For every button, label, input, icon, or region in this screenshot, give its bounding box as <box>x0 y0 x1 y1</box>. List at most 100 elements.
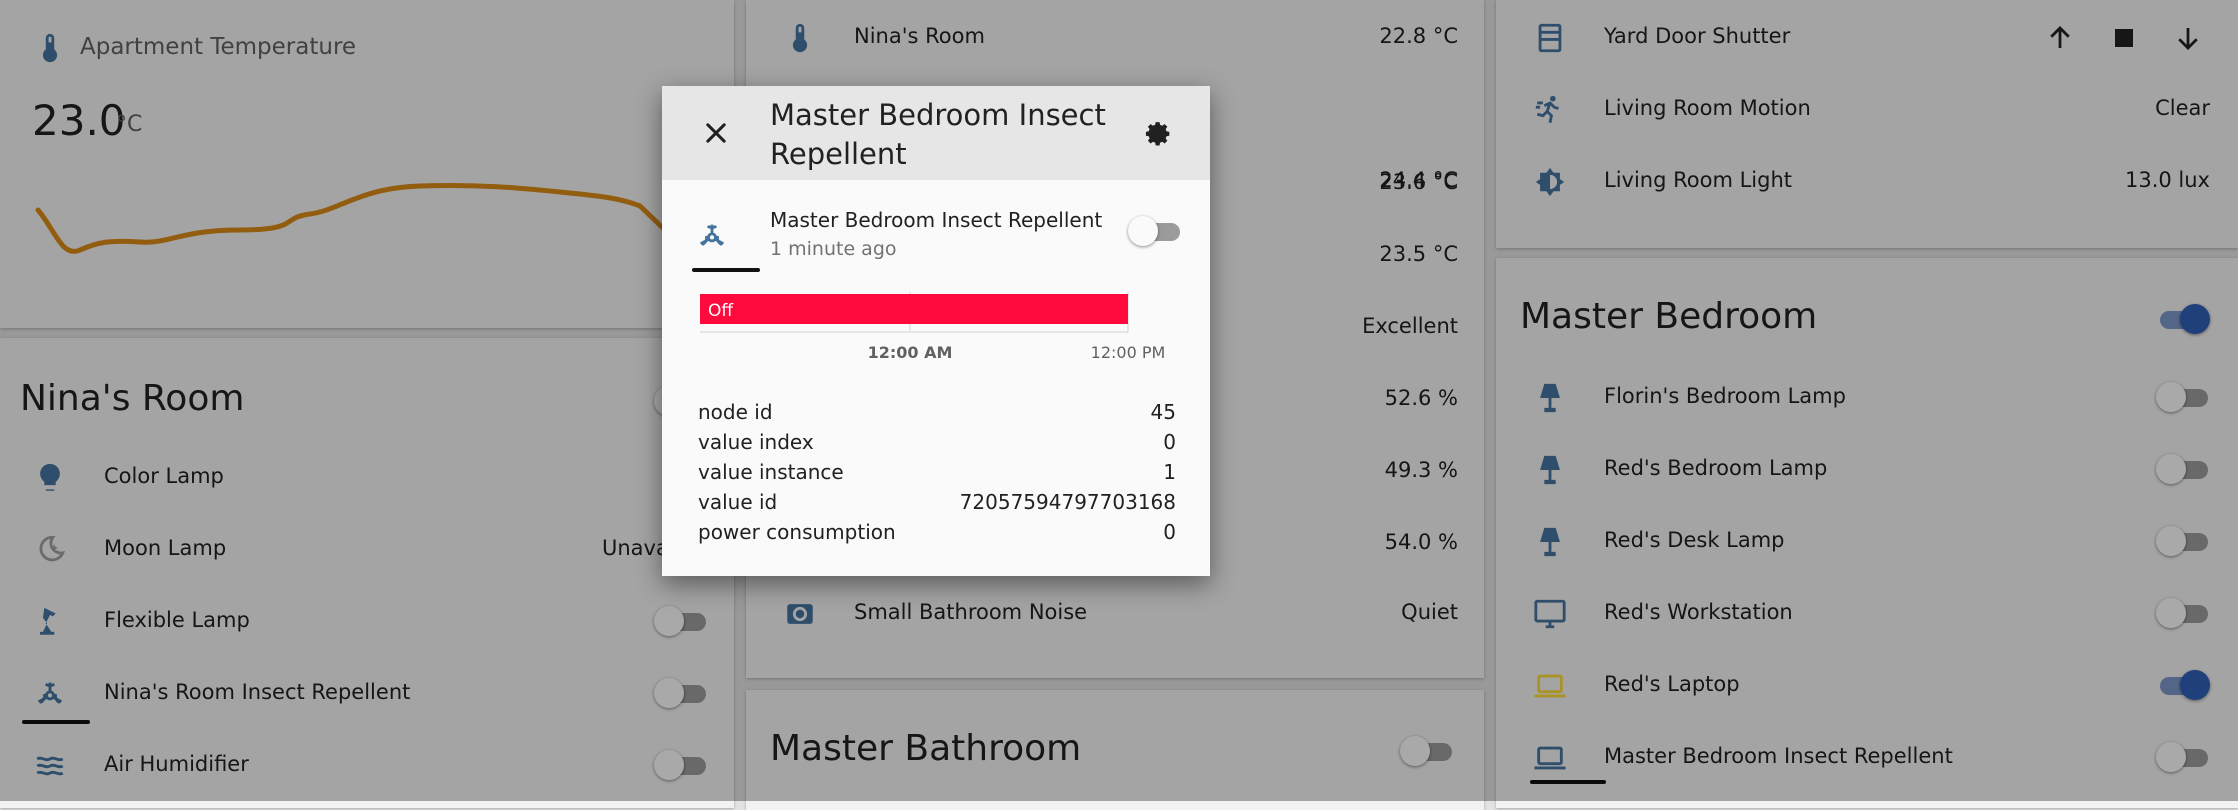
attribute-key: value index <box>698 430 814 454</box>
sensor-value: 54.0 % <box>1384 530 1458 554</box>
attribute-row: power consumption 0 <box>698 520 1176 550</box>
list-item-value: 13.0 lux <box>2124 168 2210 192</box>
list-item-label: Living Room Motion <box>1604 96 1811 120</box>
list-item-label: Florin's Bedroom Lamp <box>1604 384 1846 408</box>
laptop-icon <box>1530 666 1570 706</box>
arrow-up-icon[interactable] <box>2036 14 2084 62</box>
list-item-reds-bedroom-lamp[interactable]: Red's Bedroom Lamp <box>1496 434 2238 506</box>
sensor-label: Nina's Room <box>854 24 985 48</box>
speaker-icon <box>780 594 820 634</box>
list-item-reds-laptop[interactable]: Red's Laptop <box>1496 650 2238 722</box>
list-item-air-humidifier[interactable]: Air Humidifier <box>0 730 734 802</box>
waves-icon <box>30 746 70 786</box>
master-bathroom-card: Master Bathroom <box>746 690 1484 810</box>
misc-card: Yard Door Shutter Living Room Motion Cle… <box>1496 0 2238 248</box>
ninas-room-title: Nina's Room <box>20 378 245 419</box>
sensor-label: Small Bathroom Noise <box>854 600 1088 624</box>
list-item-yard-door-shutter[interactable]: Yard Door Shutter <box>1496 2 2238 74</box>
list-item-label: Living Room Light <box>1604 168 1792 192</box>
lamp-icon <box>1530 522 1570 562</box>
dialog-last-changed: 1 minute ago <box>770 238 897 260</box>
sensor-value: Excellent <box>1362 314 1458 338</box>
list-item-ninas-insect-repellent[interactable]: Nina's Room Insect Repellent <box>0 658 734 730</box>
master-bedroom-master-toggle[interactable] <box>2156 304 2210 334</box>
temperature-graph[interactable] <box>0 150 734 270</box>
thermometer-icon <box>780 18 820 58</box>
ninas-room-card: Nina's Room Color Lamp Moon Lamp Unava F… <box>0 338 734 808</box>
attribute-row: value index 0 <box>698 430 1176 460</box>
dialog-entity-name: Master Bedroom Insect Repellent <box>770 208 1103 232</box>
sensor-row-ninas-room[interactable]: Nina's Room 22.8 °C <box>746 2 1484 74</box>
list-item-living-room-motion[interactable]: Living Room Motion Clear <box>1496 74 2238 146</box>
attribute-row: node id 45 <box>698 400 1176 430</box>
ninas-insect-repellent-toggle[interactable] <box>654 678 706 708</box>
list-item-label: Flexible Lamp <box>104 608 250 632</box>
sensor-row-small-bathroom-noise[interactable]: Small Bathroom Noise Quiet <box>746 578 1484 650</box>
sensor-value: 52.6 % <box>1384 386 1458 410</box>
attribute-key: power consumption <box>698 520 896 544</box>
list-item-label: Nina's Room Insect Repellent <box>104 680 411 704</box>
attribute-value: 45 <box>1150 400 1176 424</box>
reds-bedroom-lamp-toggle[interactable] <box>2156 454 2208 484</box>
sensor-value: 23.5 °C <box>1379 242 1458 266</box>
timeline-tick-midnight: 12:00 AM <box>868 343 953 362</box>
list-item-label: Yard Door Shutter <box>1604 24 1791 48</box>
monitor-icon <box>1530 594 1570 634</box>
sensor-value: 22.8 °C <box>1379 24 1458 48</box>
arrow-down-icon[interactable] <box>2164 14 2212 62</box>
attribute-value: 0 <box>1163 520 1176 544</box>
list-item-reds-desk-lamp[interactable]: Red's Desk Lamp <box>1496 506 2238 578</box>
laptop-icon <box>1530 738 1570 778</box>
brightness-icon <box>1530 162 1570 202</box>
lamp-icon <box>1530 378 1570 418</box>
run-icon <box>1530 90 1570 130</box>
close-icon[interactable] <box>692 109 740 157</box>
list-item-moon-lamp[interactable]: Moon Lamp Unava <box>0 514 734 586</box>
sensor-value: 23.6 °C <box>1379 170 1458 194</box>
list-item-label: Moon Lamp <box>104 536 227 560</box>
dialog-header: Master Bedroom Insect Repellent <box>662 86 1210 180</box>
reds-workstation-toggle[interactable] <box>2156 598 2208 628</box>
florins-bedroom-lamp-toggle[interactable] <box>2156 382 2208 412</box>
list-item-label: Air Humidifier <box>104 752 249 776</box>
sensor-value: 49.3 % <box>1384 458 1458 482</box>
reds-laptop-toggle[interactable] <box>2156 670 2210 700</box>
attribute-value: 72057594797703168 <box>959 490 1176 514</box>
list-item-label: Red's Laptop <box>1604 672 1740 696</box>
lamp-icon <box>1530 450 1570 490</box>
list-item-flexible-lamp[interactable]: Flexible Lamp <box>0 586 734 658</box>
air-humidifier-toggle[interactable] <box>654 750 706 780</box>
annotation-underline <box>1530 780 1606 784</box>
list-item-reds-workstation[interactable]: Red's Workstation <box>1496 578 2238 650</box>
attribute-value: 1 <box>1163 460 1176 484</box>
list-item-value: Unava <box>602 536 669 560</box>
dialog-entity-toggle[interactable] <box>1128 216 1180 246</box>
list-item-florins-bedroom-lamp[interactable]: Florin's Bedroom Lamp <box>1496 362 2238 434</box>
attribute-key: node id <box>698 400 773 424</box>
list-item-label: Color Lamp <box>104 464 224 488</box>
list-item-master-bedroom-insect-repellent[interactable]: Master Bedroom Insect Repellent <box>1496 722 2238 794</box>
temperature-card[interactable]: Apartment Temperature 23.0 °C <box>0 0 734 328</box>
list-item-value: Clear <box>2155 96 2210 120</box>
attribute-value: 0 <box>1163 430 1176 454</box>
master-bedroom-card: Master Bedroom Florin's Bedroom Lamp Red… <box>1496 258 2238 808</box>
list-item-color-lamp[interactable]: Color Lamp <box>0 442 734 514</box>
timeline-state-label: Off <box>708 301 734 321</box>
gear-icon[interactable] <box>1132 109 1180 157</box>
timeline-state-bar[interactable] <box>700 294 1128 324</box>
stop-icon[interactable] <box>2100 14 2148 62</box>
master-bathroom-toggle[interactable] <box>1400 736 1452 766</box>
master-bedroom-insect-repellent-toggle[interactable] <box>2156 742 2208 772</box>
attribute-key: value instance <box>698 460 844 484</box>
temperature-unit: °C <box>116 112 143 137</box>
desk-lamp-icon <box>30 602 70 642</box>
list-item-label: Red's Workstation <box>1604 600 1793 624</box>
reds-desk-lamp-toggle[interactable] <box>2156 526 2208 556</box>
list-item-living-room-light[interactable]: Living Room Light 13.0 lux <box>1496 146 2238 218</box>
biohazard-icon <box>692 216 732 256</box>
thermometer-icon <box>30 28 70 68</box>
master-bathroom-title: Master Bathroom <box>770 728 1082 769</box>
temperature-card-title: Apartment Temperature <box>80 34 357 60</box>
flexible-lamp-toggle[interactable] <box>654 606 706 636</box>
history-timeline[interactable]: Off 12:00 AM 12:00 PM <box>696 292 1166 362</box>
